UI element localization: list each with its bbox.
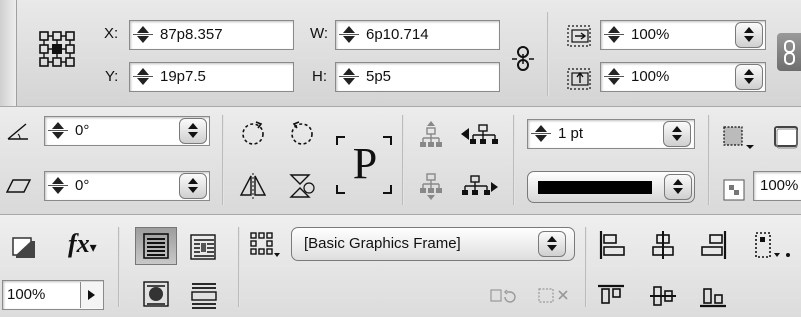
constrain-scale-button[interactable] <box>777 33 801 71</box>
effects-fx-button[interactable]: fx▾ <box>68 229 97 259</box>
opacity-checker-icon <box>723 179 745 201</box>
object-style-dropdown-button[interactable] <box>538 231 566 257</box>
shear-angle-icon <box>6 178 32 194</box>
separator <box>222 115 224 205</box>
rotation-stepper[interactable] <box>48 121 68 141</box>
width-stepper[interactable] <box>339 25 359 45</box>
scale-y-icon <box>566 67 594 91</box>
opacity-menu-button[interactable] <box>80 282 103 308</box>
control-panel: X: 87p8.357 Y: 19p7.5 W: 6p10.714 H: 5p5 <box>0 0 801 317</box>
y-position-field[interactable]: 19p7.5 <box>129 62 294 92</box>
scale-x-stepper[interactable] <box>604 25 624 45</box>
shear-angle-value: 0° <box>75 177 90 194</box>
scale-x-dropdown-button[interactable] <box>735 22 763 48</box>
panel-grip[interactable] <box>0 0 17 106</box>
transform-row: X: 87p8.357 Y: 19p7.5 W: 6p10.714 H: 5p5 <box>0 0 801 107</box>
scale-y-stepper[interactable] <box>604 67 624 87</box>
separator <box>238 227 240 307</box>
clear-non-style-attributes-icon[interactable] <box>537 285 571 307</box>
object-style-icon[interactable] <box>249 231 283 261</box>
stroke-type-swatch <box>538 181 652 194</box>
fx-dropdown-caret: ▾ <box>89 241 97 256</box>
align-options-menu-icon[interactable] <box>752 229 792 261</box>
rotation-dropdown-button[interactable] <box>179 118 207 144</box>
object-style-value: [Basic Graphics Frame] <box>304 235 461 252</box>
scale-x-value: 100% <box>631 26 670 43</box>
wrap-bounding-box-icon[interactable] <box>188 231 220 263</box>
text-glyph: P <box>352 139 378 188</box>
stroke-weight-value: 1 pt <box>558 125 584 142</box>
opacity-value: 100% <box>7 286 46 303</box>
rotate-shear-row: 0° 0° P 1 pt 100% <box>0 107 801 215</box>
stroke-weight-stepper[interactable] <box>531 124 551 144</box>
select-container-icon[interactable] <box>418 119 444 149</box>
reference-point-icon[interactable] <box>38 30 76 68</box>
align-horizontal-centers-icon[interactable] <box>648 229 678 261</box>
clear-overrides-icon[interactable] <box>489 285 525 307</box>
select-next-object-icon[interactable] <box>459 172 499 202</box>
x-position-field[interactable]: 87p8.357 <box>129 20 294 50</box>
x-label: X: <box>104 25 119 42</box>
separator <box>708 115 710 205</box>
separator <box>513 115 515 205</box>
h-label: H: <box>312 68 327 85</box>
rotation-angle-icon <box>6 121 30 141</box>
fill-swatch-icon[interactable] <box>722 125 756 151</box>
object-style-dropdown[interactable]: [Basic Graphics Frame] <box>291 227 575 261</box>
flip-horizontal-icon[interactable] <box>237 171 269 201</box>
separator <box>585 227 587 307</box>
w-label: W: <box>310 25 329 42</box>
select-previous-object-icon[interactable] <box>459 119 499 149</box>
scale-x-icon <box>566 24 594 48</box>
separator <box>118 227 120 307</box>
constrain-proportions-icon[interactable] <box>512 44 534 74</box>
separator <box>402 115 404 205</box>
y-label: Y: <box>105 68 119 85</box>
align-right-edges-icon[interactable] <box>698 229 728 261</box>
x-position-value: 87p8.357 <box>160 26 223 43</box>
wrap-jump-object-icon[interactable] <box>188 279 220 311</box>
rotate-counterclockwise-icon[interactable] <box>287 119 317 149</box>
stroke-type-dropdown-button[interactable] <box>664 174 692 200</box>
drop-shadow-icon[interactable] <box>10 235 38 261</box>
height-field[interactable]: 5p5 <box>335 62 500 92</box>
height-value: 5p5 <box>366 68 392 85</box>
fx-label: fx <box>68 229 90 258</box>
align-vertical-centers-icon[interactable] <box>648 283 678 309</box>
align-top-edges-icon[interactable] <box>596 283 626 309</box>
wrap-none-button[interactable] <box>135 227 177 265</box>
align-left-edges-icon[interactable] <box>598 229 628 261</box>
rotate-clockwise-icon[interactable] <box>238 119 268 149</box>
effects-row: fx▾ 100% [Basic Graphics Frame] <box>0 215 801 317</box>
stroke-swatch-icon[interactable] <box>772 125 801 149</box>
width-value: 6p10.714 <box>366 26 429 43</box>
wrap-object-shape-icon[interactable] <box>140 279 174 311</box>
scale-y-value: 100% <box>631 68 670 85</box>
separator <box>547 12 549 96</box>
align-bottom-edges-icon[interactable] <box>698 283 728 309</box>
width-field[interactable]: 6p10.714 <box>335 20 500 50</box>
stroke-weight-dropdown-button[interactable] <box>663 121 691 147</box>
shear-stepper[interactable] <box>48 176 68 196</box>
height-stepper[interactable] <box>339 67 359 87</box>
play-arrow-icon <box>88 290 95 300</box>
flip-vertical-icon[interactable] <box>287 171 319 201</box>
opacity-field-partial-value: 100% <box>760 177 799 194</box>
y-position-value: 19p7.5 <box>160 68 206 85</box>
rotation-angle-value: 0° <box>75 122 90 139</box>
opacity-field-partial[interactable]: 100% <box>753 171 801 201</box>
stroke-type-dropdown[interactable] <box>527 171 695 203</box>
shear-dropdown-button[interactable] <box>179 173 207 199</box>
x-stepper[interactable] <box>133 25 153 45</box>
select-content-icon[interactable] <box>418 172 444 202</box>
wrap-none-icon <box>143 233 169 259</box>
y-stepper[interactable] <box>133 67 153 87</box>
scale-y-dropdown-button[interactable] <box>735 64 763 90</box>
